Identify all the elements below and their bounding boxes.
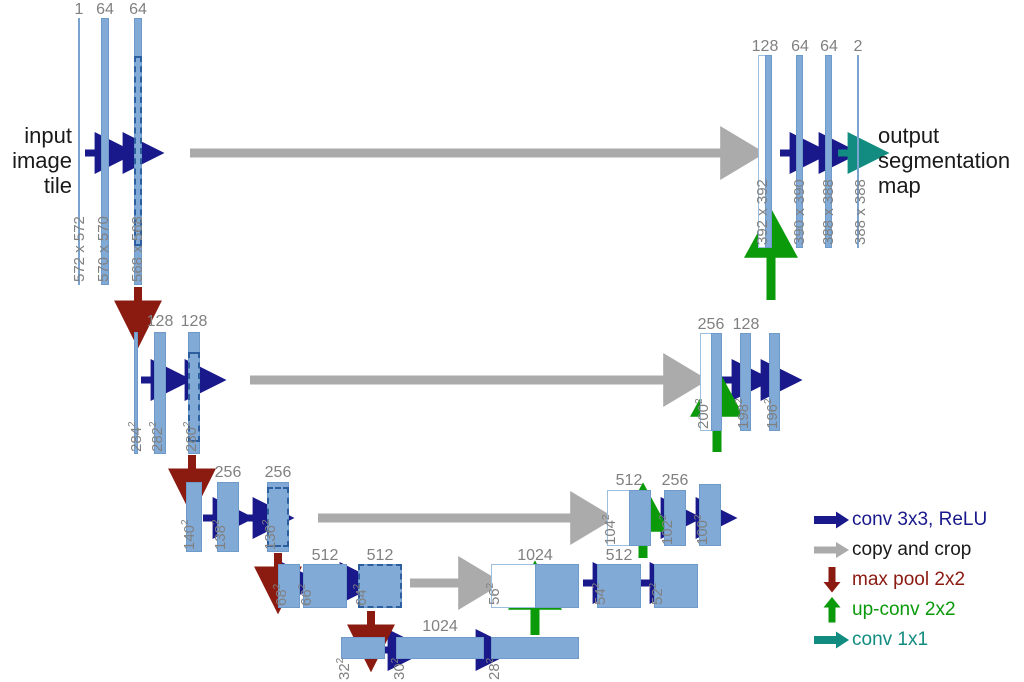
arrow-right-icon: [812, 506, 852, 534]
block-l5b1: [341, 637, 385, 659]
label-l2e3-channels: 128: [180, 313, 208, 330]
legend-item-conv3x3: conv 3x3, ReLU: [812, 505, 1024, 535]
label-l4e2-channels: 512: [311, 547, 339, 564]
block-l2d1: [711, 333, 722, 431]
label-l1d4-channels: 2: [853, 38, 863, 55]
label-l4d2-size: 542: [591, 582, 609, 605]
label-l2d2-channels: 128: [732, 316, 760, 333]
label-l3e3-channels: 256: [264, 464, 292, 481]
legend-item-copy-crop: copy and crop: [812, 535, 1024, 565]
label-l1d3-size: 388 x 388: [820, 179, 837, 245]
label-l3d1-channels: 512: [615, 472, 643, 489]
label-l3e1-size: 1402: [180, 519, 198, 550]
legend-label-upconv: up-conv 2x2: [852, 599, 956, 620]
arrow-up-icon: [812, 596, 852, 624]
label-l4d2-channels: 512: [605, 547, 633, 564]
block-l5b2: [396, 637, 484, 659]
label-l4d1-channels: 1024: [517, 547, 553, 564]
label-l3d2-channels: 256: [661, 472, 689, 489]
label-l2d3-size: 1962: [763, 398, 781, 429]
label-l1e3-channels: 64: [129, 1, 147, 18]
legend: conv 3x3, ReLU copy and crop max pool 2x…: [812, 505, 1024, 655]
legend-label-conv1x1: conv 1x1: [852, 629, 929, 650]
label-l2e2-size: 2822: [148, 421, 166, 452]
input-image-tile-label: input image tile: [12, 123, 72, 198]
label-l4e2-size: 662: [297, 583, 315, 606]
label-l4e3-channels: 512: [366, 547, 394, 564]
label-l1e1-size: 572 x 572: [71, 216, 88, 282]
block-l4d1: [535, 564, 579, 608]
label-l3e2-size: 1382: [211, 519, 229, 550]
label-l5b2-size: 302: [390, 657, 408, 680]
legend-item-maxpool: max pool 2x2: [812, 565, 1024, 595]
legend-item-upconv: up-conv 2x2: [812, 595, 1024, 625]
label-l5b3-size: 282: [485, 657, 503, 680]
legend-item-conv1x1: conv 1x1: [812, 625, 1024, 655]
legend-label-maxpool: max pool 2x2: [852, 569, 966, 590]
legend-label-copy-crop: copy and crop: [852, 539, 972, 560]
label-l4e1-size: 682: [272, 583, 290, 606]
arrow-right-icon: [812, 626, 852, 654]
arrow-right-icon: [812, 536, 852, 564]
label-l4d3-size: 522: [648, 582, 666, 605]
label-l5b2-channels: 1024: [422, 618, 458, 635]
label-l1e2-size: 570 x 570: [95, 216, 112, 282]
label-l1d1-channels: 128: [751, 38, 779, 55]
label-l3d2-size: 1022: [658, 514, 676, 545]
legend-label-conv3x3: conv 3x3, ReLU: [852, 509, 988, 530]
label-l1e3-size: 568 x 568: [129, 216, 146, 282]
label-l3e2-channels: 256: [214, 464, 242, 481]
block-l3d1: [629, 490, 651, 546]
label-l5b1-size: 322: [335, 657, 353, 680]
arrow-down-icon: [812, 566, 852, 594]
label-l2e1-size: 2842: [127, 421, 145, 452]
label-l3e3-size: 1362: [261, 519, 279, 550]
output-segmentation-map-label: output segmentation map: [878, 123, 1011, 198]
label-l3d1-size: 1042: [601, 514, 619, 545]
label-l1d2-size: 390 x 390: [791, 179, 808, 245]
label-l1d4-size: 388 x 388: [852, 179, 869, 245]
label-l1d1-size: 392 x 392: [754, 179, 771, 245]
unet-diagram: 1 572 x 572 64 570 x 570 64 568 x 568 in…: [0, 0, 1024, 682]
label-l2e3-size: 2802: [182, 421, 200, 452]
label-l4d1-size: 562: [485, 582, 503, 605]
label-l3d3-size: 1002: [693, 514, 711, 545]
label-l2d2-size: 1982: [734, 398, 752, 429]
label-l4e3-size: 642: [352, 583, 370, 606]
label-l1e2-channels: 64: [96, 1, 114, 18]
block-l5b3: [491, 637, 579, 659]
label-l2d1-size: 2002: [694, 398, 712, 429]
